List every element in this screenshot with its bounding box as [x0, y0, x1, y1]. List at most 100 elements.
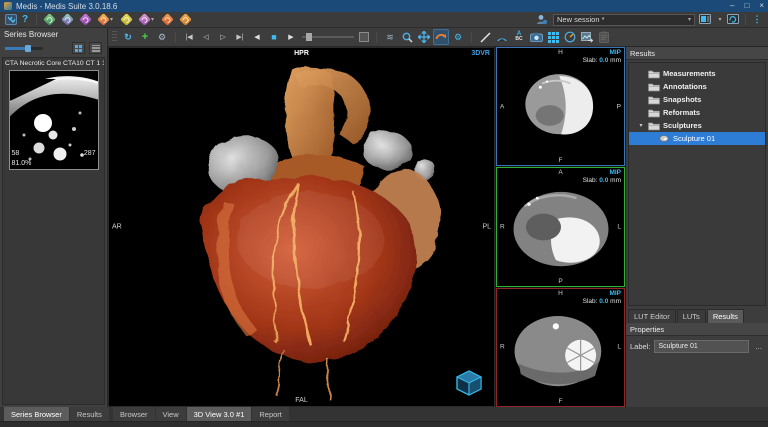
toolbar-grip[interactable]	[112, 31, 117, 43]
tree-item[interactable]: ▾ Sculptures	[629, 119, 765, 132]
app-icon-7[interactable]: ▾	[163, 15, 172, 24]
dock-panels-icon[interactable]	[4, 13, 18, 27]
orientation-label-bottom: F	[559, 157, 563, 164]
help-button[interactable]: ?	[18, 13, 32, 27]
mip-viewport-3[interactable]: H MIP Slab: 0.0 mm R L F	[496, 288, 625, 407]
play-icon[interactable]: ▶	[283, 29, 299, 45]
separator	[745, 14, 746, 25]
play-reverse-icon[interactable]: ◀	[249, 29, 265, 45]
viewport-3d[interactable]: HPR 3DVR AR PL FAL	[108, 47, 495, 407]
sidebar-tab[interactable]: Series Browser	[4, 407, 69, 421]
separator	[175, 32, 176, 43]
render-settings-icon[interactable]: ⚙	[450, 29, 466, 45]
paste-icon[interactable]	[596, 29, 612, 45]
tree-item-label: Sculpture 01	[673, 134, 715, 143]
skip-first-icon[interactable]: |◀	[181, 29, 197, 45]
separator	[36, 14, 37, 25]
view-tab[interactable]: 3D View 3.0 #1	[187, 407, 252, 421]
bottom-tab-bar: Series Browser Results Browser View	[0, 407, 768, 421]
settings-gear-icon[interactable]: ⚙	[154, 29, 170, 45]
orientation-label-top: A	[558, 169, 562, 176]
view-tab[interactable]: Report	[252, 407, 289, 421]
thumbnail-size-slider[interactable]	[5, 47, 43, 50]
angle-tool-icon[interactable]	[494, 29, 510, 45]
render-mode-label: 3DVR	[471, 50, 490, 57]
layout-grid-icon[interactable]	[545, 29, 561, 45]
mip-image-1	[514, 55, 608, 158]
series-list: CTA Necrotic Core CTA10 CT 1 18-...	[2, 57, 105, 405]
frame-box-icon[interactable]	[359, 32, 369, 42]
stop-icon[interactable]: ■	[266, 29, 282, 45]
mip-mode-label: MIP	[609, 49, 621, 56]
gauge-clock-icon[interactable]	[562, 29, 578, 45]
series-label: CTA Necrotic Core CTA10 CT 1 18-...	[3, 58, 104, 68]
panel-tab[interactable]: LUT Editor	[628, 309, 676, 323]
overflow-menu-button[interactable]: ⋮	[750, 13, 764, 27]
panel-tab[interactable]: LUTs	[677, 309, 706, 323]
orientation-label-top: H	[558, 290, 563, 297]
zoom-tool-icon[interactable]	[399, 29, 415, 45]
tree-item-selected[interactable]: Sculpture 01	[629, 132, 765, 145]
orientation-label-right: P	[617, 103, 621, 110]
view-tab[interactable]: View	[156, 407, 186, 421]
label-input[interactable]: Sculpture 01	[654, 340, 749, 353]
series-thumbnail[interactable]: 58 287 81.0%	[9, 70, 99, 170]
layout-monitor-button[interactable]	[699, 13, 713, 27]
tree-expand-icon[interactable]: ▾	[637, 122, 645, 129]
app-icon-6[interactable]: ▾	[140, 15, 154, 24]
chevron-down-icon[interactable]: ▾	[713, 13, 727, 27]
export-image-icon[interactable]	[579, 29, 595, 45]
frame-slider[interactable]	[302, 29, 354, 45]
panel-tab[interactable]: Results	[707, 309, 744, 323]
rotate-tool-icon[interactable]	[433, 29, 449, 45]
tree-item[interactable]: Snapshots	[629, 93, 765, 106]
snapshot-camera-icon[interactable]	[528, 29, 544, 45]
list-view-button[interactable]	[89, 42, 102, 54]
app-icon-1[interactable]: ▾	[45, 15, 54, 24]
slab-layers-icon[interactable]: ≋	[382, 29, 398, 45]
app-icon-5[interactable]: ▾	[122, 15, 131, 24]
separator	[376, 32, 377, 43]
window-title: Medis - Medis Suite 3.0.18.6	[16, 2, 117, 11]
separator	[471, 32, 472, 43]
orientation-label-right: L	[617, 344, 621, 351]
app-icon-8[interactable]: ▾	[181, 15, 190, 24]
app-icon-2[interactable]: ▾	[63, 15, 72, 24]
tree-item[interactable]: Annotations	[629, 80, 765, 93]
view-toolbar: ↻ + ⚙ |◀ ◁ ▷ ▶| ◀ ■ ▶ ≋	[108, 28, 768, 47]
sidebar-tabs: Series Browser Results	[0, 407, 108, 421]
pan-tool-icon[interactable]	[416, 29, 432, 45]
annotation-tool-icon[interactable]: ABC	[511, 29, 527, 45]
view-tab[interactable]: Browser	[113, 407, 155, 421]
orientation-label-top: HPR	[294, 50, 309, 57]
mip-viewport-2[interactable]: A MIP Slab: 0.0 mm R L P	[496, 167, 625, 286]
step-back-icon[interactable]: ◁	[198, 29, 214, 45]
app-icon-4[interactable]: ▾	[99, 15, 113, 24]
tree-item[interactable]: Measurements	[629, 67, 765, 80]
grid-view-button[interactable]	[72, 42, 85, 54]
session-selector[interactable]: New session * ▾	[553, 14, 695, 26]
window-titlebar: Medis - Medis Suite 3.0.18.6 – □ ×	[0, 0, 768, 12]
application-toolbar: ? ▾ ▾ ▾ ▾	[0, 12, 768, 28]
skip-last-icon[interactable]: ▶|	[232, 29, 248, 45]
slab-thickness-label: Slab: 0.0 mm	[583, 298, 621, 305]
close-button[interactable]: ×	[759, 1, 764, 11]
crosshair-icon[interactable]: +	[137, 29, 153, 45]
step-forward-icon[interactable]: ▷	[215, 29, 231, 45]
volume-rendered-heart-image	[145, 53, 458, 400]
minimize-button[interactable]: –	[730, 1, 734, 11]
reset-view-icon[interactable]: ↻	[120, 29, 136, 45]
app-icon-3[interactable]: ▾	[81, 15, 90, 24]
reset-layout-button[interactable]	[727, 13, 741, 27]
orientation-label-right: L	[617, 223, 621, 230]
sidebar-tab[interactable]: Results	[70, 407, 109, 421]
tree-item[interactable]: Reformats	[629, 106, 765, 119]
maximize-button[interactable]: □	[744, 1, 749, 11]
mip-viewport-1[interactable]: H MIP Slab: 0.0 mm A P F	[496, 47, 625, 166]
measure-line-icon[interactable]	[477, 29, 493, 45]
mip-mode-label: MIP	[609, 169, 621, 176]
more-button[interactable]: ...	[753, 342, 764, 351]
session-value: New session *	[557, 15, 688, 24]
folder-icon	[648, 108, 660, 118]
orientation-cube-icon[interactable]	[454, 368, 484, 398]
